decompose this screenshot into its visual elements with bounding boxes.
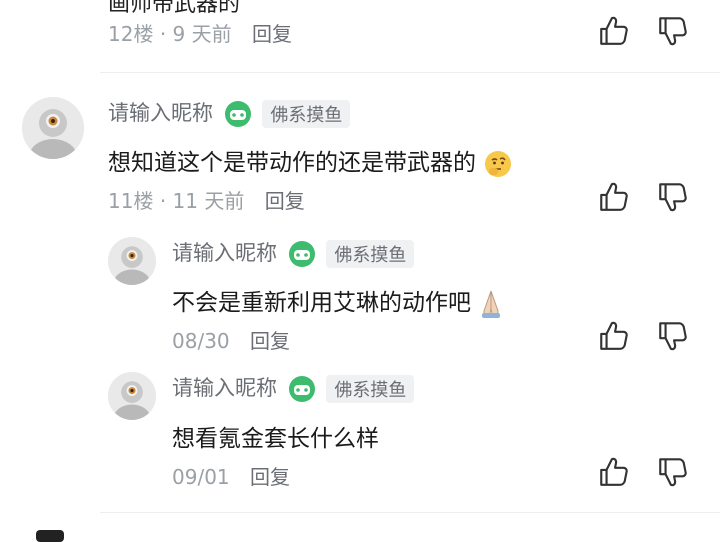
floor-label: 11楼 (108, 189, 154, 213)
divider (100, 72, 720, 73)
avatar[interactable] (108, 237, 156, 285)
comment-text: 不会是重新利用艾琳的动作吧 (172, 290, 471, 316)
game-controller-badge-icon (288, 241, 315, 267)
divider (100, 512, 720, 513)
comment-12-content: 画师带武器的 (108, 0, 241, 17)
level-badge: 佛系摸鱼 (326, 240, 415, 268)
comment-11-meta: 11楼 · 11 天前 回复 (108, 189, 305, 213)
avatar[interactable] (108, 372, 156, 420)
reply-2-body: 想看氪金套长什么样 (172, 419, 379, 453)
comment-11-body: 想知道这个是带动作的还是带武器的 (108, 143, 513, 179)
username[interactable]: 请输入昵称 (172, 241, 277, 265)
comment-text: 想看氪金套长什么样 (172, 426, 379, 452)
date-label: 09/01 (172, 465, 230, 489)
reply-1-meta: 08/30 回复 (172, 325, 290, 354)
thumbs-up-icon[interactable] (597, 180, 631, 214)
reply-button[interactable]: 回复 (250, 465, 290, 489)
time-label: 11 天前 (172, 189, 245, 213)
comment-11-header: 请输入昵称 佛系摸鱼 (108, 97, 351, 128)
partial-avatar-icon (36, 530, 64, 542)
thumbs-up-icon[interactable] (597, 319, 631, 353)
username[interactable]: 请输入昵称 (108, 101, 213, 125)
thumbs-down-icon[interactable] (656, 14, 690, 48)
avatar-image (22, 97, 84, 159)
thumbs-down-icon[interactable] (656, 319, 690, 353)
time-label: 9 天前 (172, 22, 232, 46)
thumbs-up-icon[interactable] (597, 14, 631, 48)
thumbs-up-icon[interactable] (597, 455, 631, 489)
game-controller-badge-icon (224, 101, 251, 127)
username[interactable]: 请输入昵称 (172, 376, 277, 400)
level-badge: 佛系摸鱼 (326, 375, 415, 403)
level-badge: 佛系摸鱼 (262, 100, 351, 128)
reply-button[interactable]: 回复 (265, 189, 305, 213)
thumbs-down-icon[interactable] (656, 180, 690, 214)
reply-1-header: 请输入昵称 佛系摸鱼 (172, 237, 415, 268)
reply-button[interactable]: 回复 (250, 329, 290, 353)
thinking-face-emoji (485, 150, 512, 177)
comment-text: 想知道这个是带动作的还是带武器的 (108, 150, 476, 176)
praying-hands-emoji (482, 290, 501, 318)
reply-1-body: 不会是重新利用艾琳的动作吧 (172, 283, 504, 319)
reply-2-header: 请输入昵称 佛系摸鱼 (172, 372, 415, 403)
avatar-image (108, 237, 156, 285)
floor-label: 12楼 (108, 22, 154, 46)
comment-12-meta: 12楼 · 9 天前 回复 (108, 22, 292, 46)
reply-button[interactable]: 回复 (252, 22, 292, 46)
date-label: 08/30 (172, 329, 230, 353)
avatar-image (108, 372, 156, 420)
reply-2-meta: 09/01 回复 (172, 461, 290, 490)
game-controller-badge-icon (288, 376, 315, 402)
avatar[interactable] (22, 97, 84, 159)
thumbs-down-icon[interactable] (656, 455, 690, 489)
